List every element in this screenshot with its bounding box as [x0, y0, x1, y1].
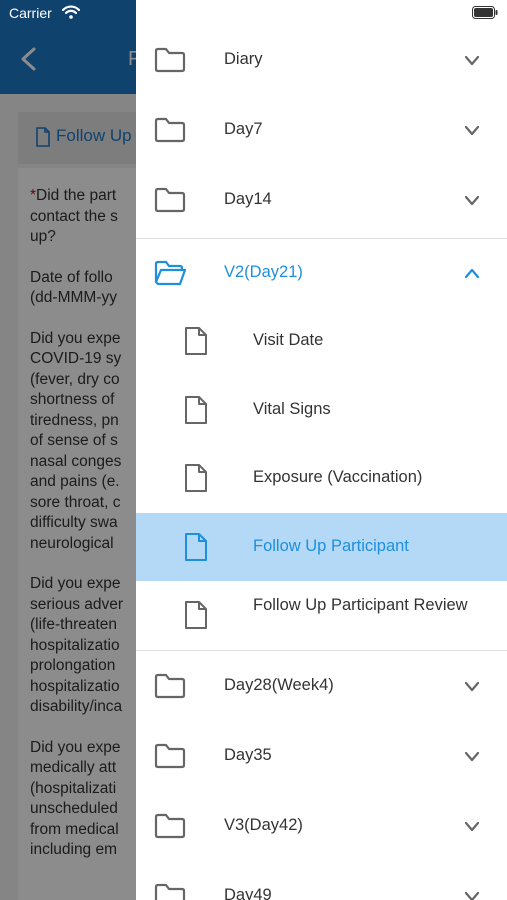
chevron-up-icon	[464, 268, 480, 279]
chevron-down-icon	[464, 195, 480, 206]
chevron-down-icon	[464, 751, 480, 762]
chevron-down-icon	[464, 821, 480, 832]
folder-item-expanded[interactable]: V2(Day21)	[136, 238, 507, 308]
folder-icon	[154, 813, 186, 839]
file-icon	[185, 532, 207, 561]
folder-icon	[154, 47, 186, 73]
form-label: Follow Up Participant	[253, 536, 409, 555]
navigation-drawer: Diary Day7 Day14 V2(Day21) Visit Date Vital S…	[136, 0, 507, 900]
folder-icon	[154, 117, 186, 143]
folder-label: Diary	[224, 50, 263, 68]
folder-label: Day49	[224, 886, 272, 900]
folder-item[interactable]: Day14	[136, 165, 507, 235]
form-label: Vital Signs	[253, 399, 331, 418]
folder-label: V3(Day42)	[224, 816, 303, 834]
file-icon	[185, 601, 207, 629]
form-label: Exposure (Vaccination)	[253, 468, 423, 486]
folder-icon	[154, 673, 186, 699]
folder-item[interactable]: Day7	[136, 95, 507, 165]
form-item[interactable]: Visit Date	[136, 307, 507, 375]
form-label: Follow Up Participant Review	[253, 596, 468, 614]
chevron-down-icon	[464, 681, 480, 692]
folder-item[interactable]: Diary	[136, 25, 507, 95]
status-bar: Carrier 1:03 PM	[0, 0, 507, 26]
folder-icon	[154, 187, 186, 213]
folder-icon	[154, 743, 186, 769]
folder-label: V2(Day21)	[224, 263, 303, 281]
folder-open-icon	[154, 260, 186, 286]
file-icon	[185, 395, 207, 424]
folder-icon	[154, 883, 186, 900]
folder-label: Day28(Week4)	[224, 676, 334, 694]
status-time: 1:03 PM	[227, 5, 280, 21]
folder-label: Day35	[224, 746, 272, 764]
file-icon	[185, 327, 207, 355]
folder-label: Day7	[224, 120, 263, 138]
form-label: Visit Date	[253, 331, 324, 349]
chevron-down-icon	[464, 55, 480, 66]
form-item[interactable]: Exposure (Vaccination)	[136, 444, 507, 512]
form-item-selected[interactable]: Follow Up Participant	[136, 512, 507, 581]
folder-item[interactable]: V3(Day42)	[136, 791, 507, 861]
battery-icon	[472, 6, 498, 19]
folder-item[interactable]: Day28(Week4)	[136, 651, 507, 721]
folder-label: Day14	[224, 190, 272, 208]
chevron-down-icon	[464, 891, 480, 900]
folder-item[interactable]: Day49	[136, 861, 507, 900]
folder-item[interactable]: Day35	[136, 721, 507, 791]
file-icon	[185, 464, 207, 492]
form-item[interactable]: Follow Up Participant Review	[136, 581, 507, 649]
chevron-down-icon	[464, 125, 480, 136]
form-item[interactable]: Vital Signs	[136, 376, 507, 444]
